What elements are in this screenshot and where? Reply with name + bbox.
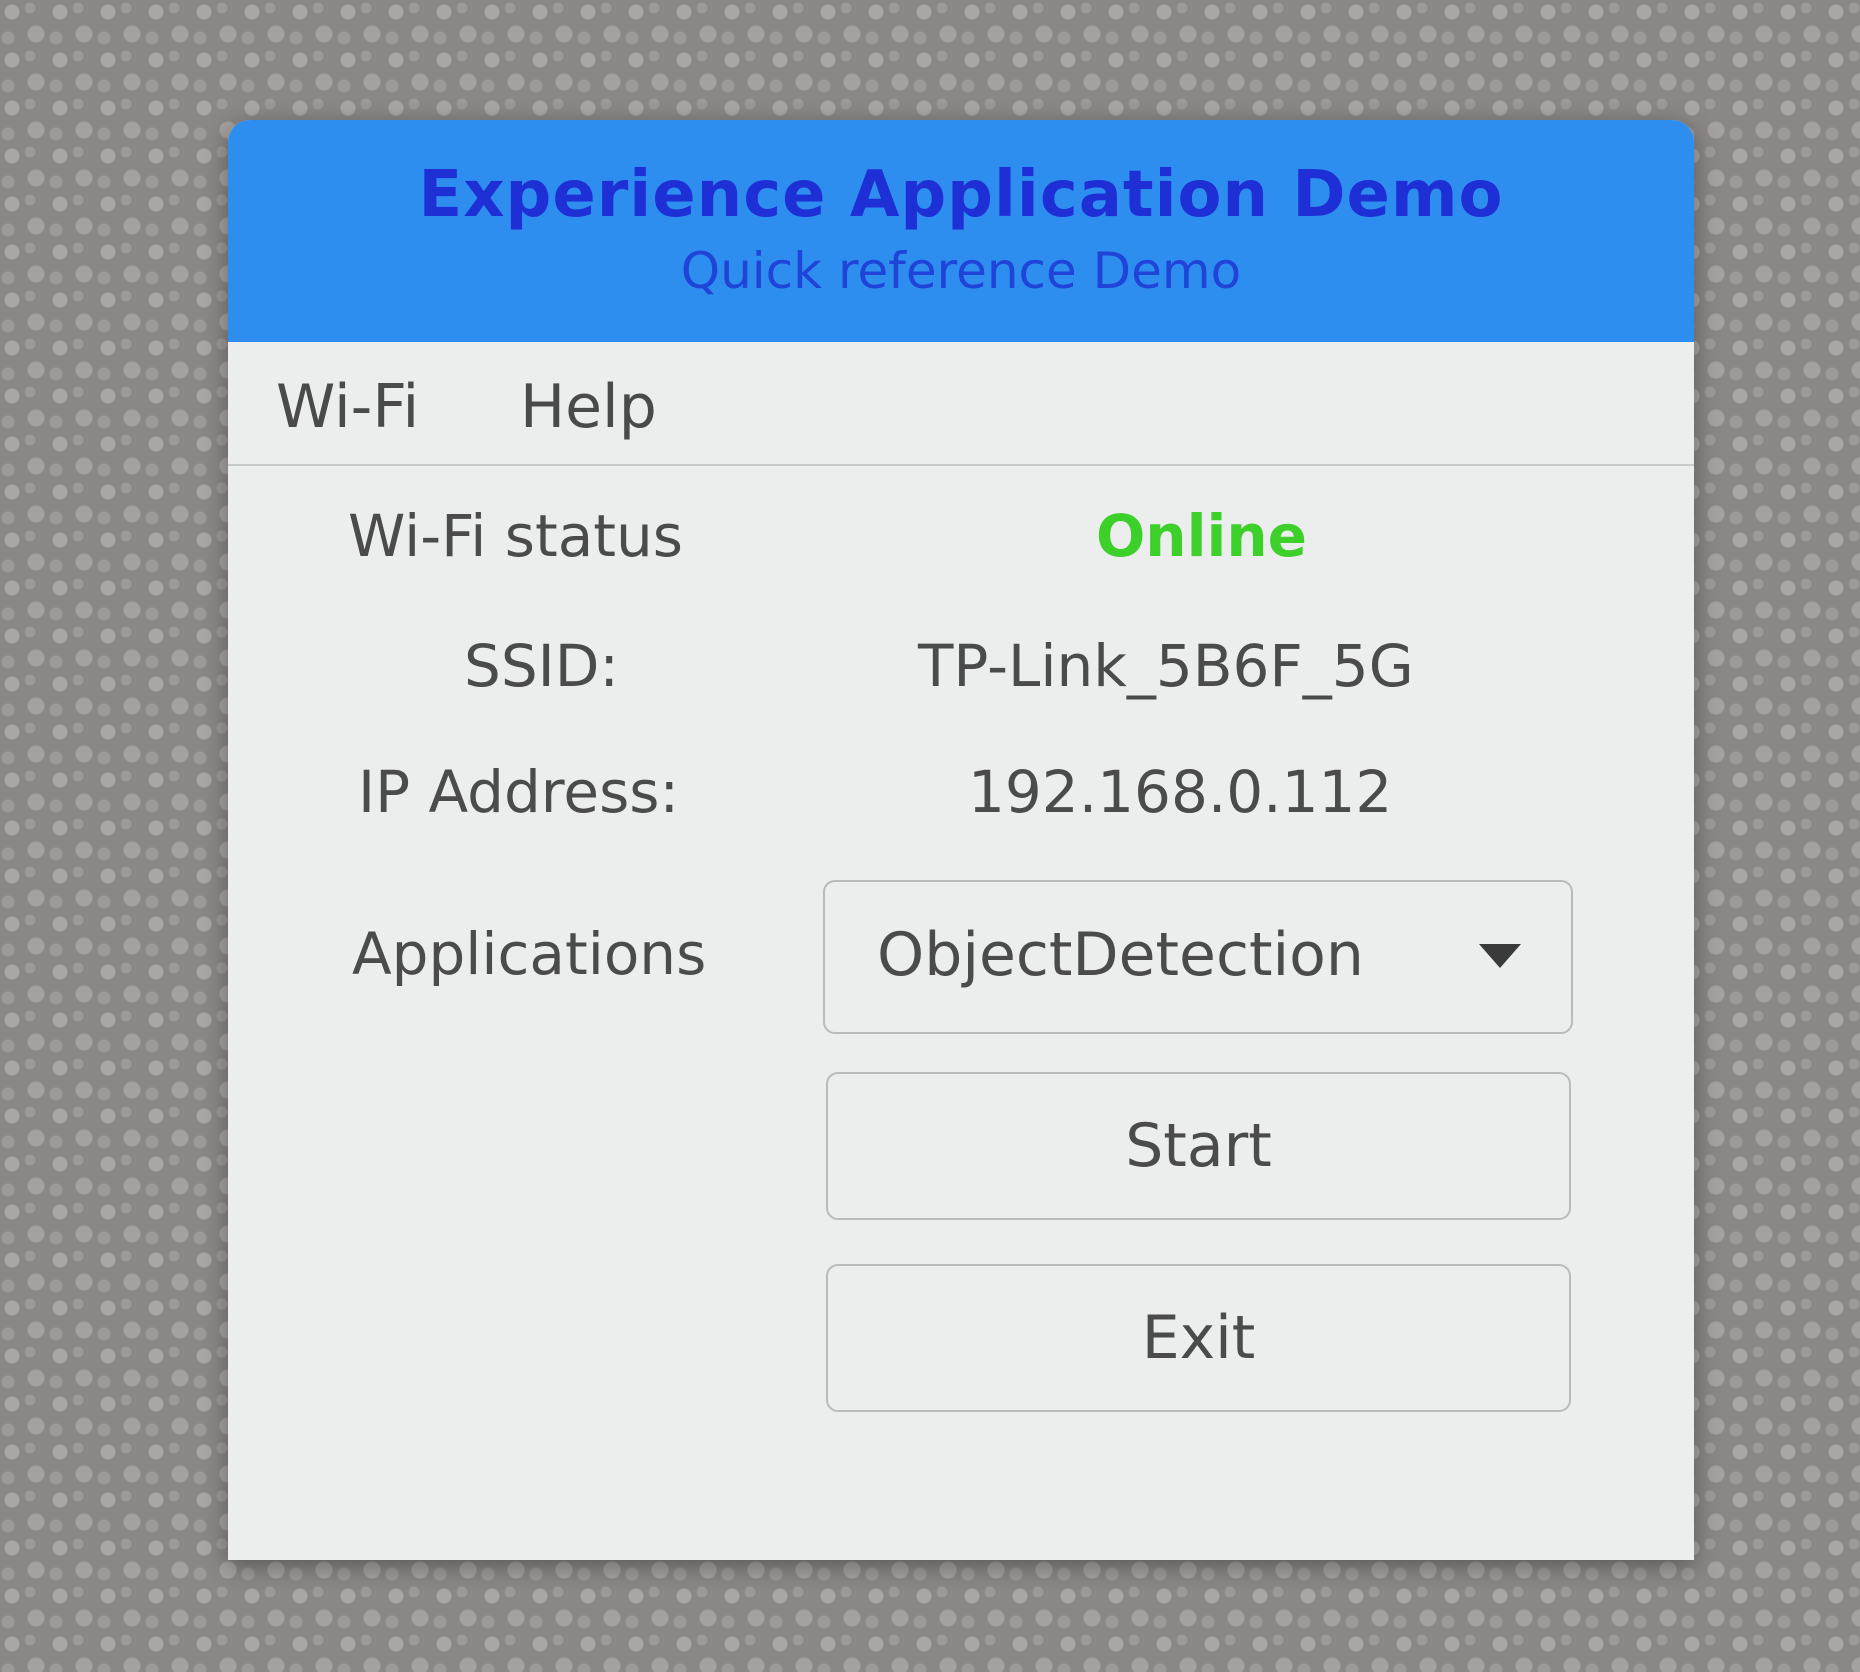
applications-selected-value: ObjectDetection — [877, 920, 1364, 990]
menu-help[interactable]: Help — [520, 372, 657, 442]
ssid-value: TP-Link_5B6F_5G — [918, 632, 1414, 700]
menu-wifi[interactable]: Wi-Fi — [276, 372, 419, 442]
wifi-status-value: Online — [1096, 502, 1307, 570]
app-window: Experience Application Demo Quick refere… — [228, 120, 1694, 1560]
ssid-label: SSID: — [464, 632, 619, 700]
window-subtitle: Quick reference Demo — [680, 242, 1242, 300]
title-bar[interactable]: Experience Application Demo Quick refere… — [228, 120, 1694, 342]
ip-address-value: 192.168.0.112 — [968, 758, 1393, 826]
start-button[interactable]: Start — [826, 1072, 1571, 1220]
chevron-down-icon — [1479, 944, 1521, 968]
window-title: Experience Application Demo — [418, 158, 1504, 232]
applications-dropdown[interactable]: ObjectDetection — [823, 880, 1573, 1034]
menu-bar: Wi-Fi Help — [228, 342, 1694, 466]
applications-label: Applications — [352, 920, 707, 988]
exit-button[interactable]: Exit — [826, 1264, 1571, 1412]
ip-address-label: IP Address: — [358, 758, 680, 826]
wifi-status-label: Wi-Fi status — [348, 502, 684, 570]
